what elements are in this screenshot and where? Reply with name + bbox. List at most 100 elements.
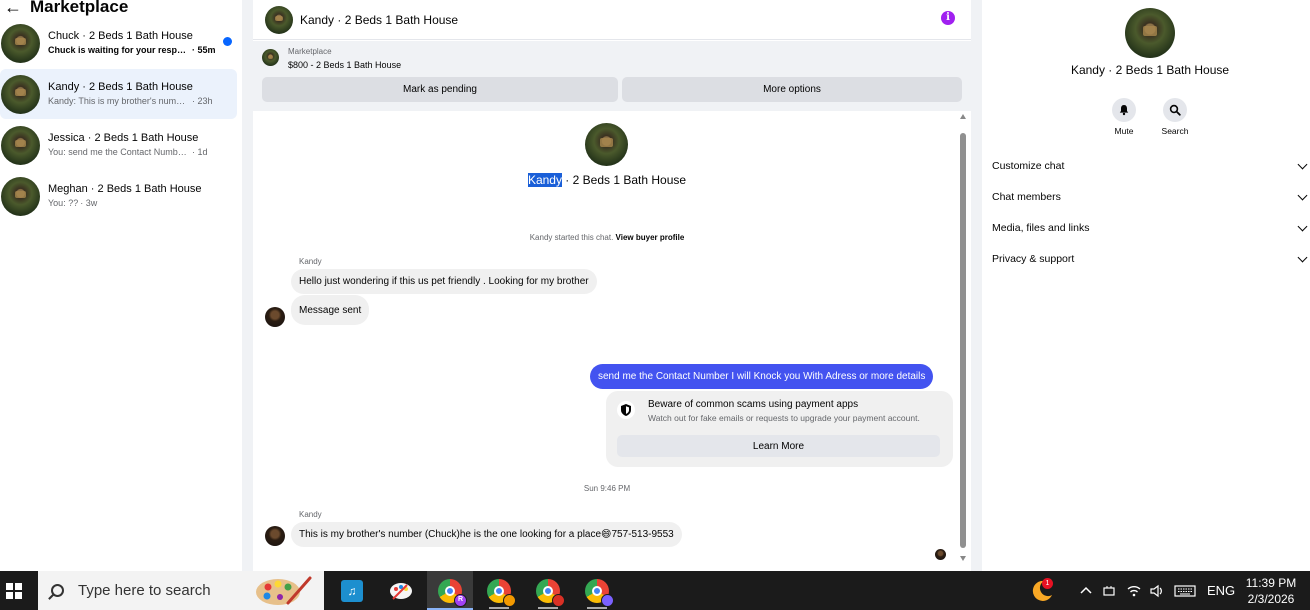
search-icon [51,584,64,597]
details-avatar[interactable] [1125,8,1175,58]
message-sender: Kandy [299,257,322,266]
listing-thumbnail[interactable] [262,49,279,66]
message-bubble-incoming[interactable]: Hello just wondering if this us pet frie… [291,269,597,294]
conversation-avatar [1,125,40,165]
profile-badge [503,593,516,607]
keyboard-icon [1174,584,1196,597]
message-bubble-incoming[interactable]: This is my brother's number (Chuck)he is… [291,522,682,547]
profile-badge [552,593,565,607]
conversation-time: · 55m [192,45,216,55]
conversation-time: · 3w [80,198,98,208]
info-icon[interactable]: i [941,11,955,25]
windows-start-icon[interactable] [6,583,22,599]
chevron-down-icon [1297,159,1308,169]
section-label: Media, files and links [992,222,1090,234]
taskbar-paint-app[interactable] [378,571,424,610]
message-scrollbar[interactable] [958,111,968,561]
conversation-item-chuck[interactable]: Chuck · 2 Beds 1 Bath House Chuck is wai… [0,18,237,68]
more-options-button[interactable]: More options [622,77,962,102]
mute-action[interactable]: Mute [1104,98,1144,136]
battery-tray[interactable] [1101,571,1117,610]
taskbar-clock[interactable]: 11:39 PM 2/3/2026 [1240,575,1302,607]
paint-palette-icon[interactable] [254,575,312,607]
notification-badge: 1 [1042,578,1053,589]
sidebar-title: Marketplace [30,0,129,16]
conversation-time: · 23h [192,96,213,106]
scroll-down-arrow-icon[interactable] [960,556,966,561]
scroll-up-arrow-icon[interactable] [960,114,966,119]
chrome-icon [585,578,614,607]
conversation-item-meghan[interactable]: Meghan · 2 Beds 1 Bath House You: ?? · 3w [0,171,237,221]
conversation-item-jessica[interactable]: Jessica · 2 Beds 1 Bath House You: send … [0,120,237,170]
conversation-preview: Kandy: This is my brother's number (... [48,96,190,106]
clock-time: 11:39 PM [1245,576,1297,590]
conversation-name: Chuck · 2 Beds 1 Bath House [48,30,193,42]
chat-header-avatar[interactable] [265,5,293,34]
chat-window: Kandy · 2 Beds 1 Bath House i Marketplac… [253,0,971,571]
shield-icon [617,401,635,419]
conversation-preview: You: ?? [48,198,79,208]
chat-title[interactable]: Kandy · 2 Beds 1 Bath House [300,13,458,27]
conversation-name: Kandy · 2 Beds 1 Bath House [48,81,193,93]
details-name: Kandy · 2 Beds 1 Bath House [1070,63,1230,77]
search-action[interactable]: Search [1155,98,1195,136]
unread-dot-icon [223,37,232,46]
section-label: Customize chat [992,160,1065,172]
listing-price-title[interactable]: $800 - 2 Beds 1 Bath House [288,60,401,70]
search-icon[interactable] [1163,98,1187,122]
chevron-down-icon [1297,221,1308,231]
taskbar-chrome-profile-1[interactable]: R [427,571,473,610]
scrollbar-thumb[interactable] [960,133,966,548]
wifi-icon [1127,585,1141,596]
chat-details-panel: Kandy · 2 Beds 1 Bath House Mute Search … [982,0,1310,571]
message-sender: Kandy [299,510,322,519]
taskbar-chrome-profile-3[interactable] [525,571,571,610]
mark-as-pending-button[interactable]: Mark as pending [262,77,618,102]
listing-banner: Marketplace $800 - 2 Beds 1 Bath House M… [253,41,971,111]
conversation-avatar [1,74,40,114]
sender-profile-picture[interactable] [265,526,285,546]
sender-profile-picture[interactable] [265,307,285,327]
keyboard-tray[interactable] [1174,571,1196,610]
read-receipt-avatar [935,549,946,560]
chevron-up-icon [1080,586,1092,594]
search-label: Search [1161,126,1189,136]
view-buyer-profile-link[interactable]: View buyer profile [616,233,685,242]
conversation-item-kandy[interactable]: Kandy · 2 Beds 1 Bath House Kandy: This … [0,69,237,119]
show-hidden-icons[interactable] [1078,571,1094,610]
chrome-icon: R [438,578,467,607]
conversation-sidebar: ← Marketplace Chuck · 2 Beds 1 Bath Hous… [0,0,242,571]
section-label: Chat members [992,191,1061,203]
conversation-time: · 1d [192,147,208,157]
intro-title-highlight: Kandy [527,173,562,187]
clock-date: 2/3/2026 [1247,592,1295,606]
scam-warning-subtitle: Watch out for fake emails or requests to… [648,413,920,423]
learn-more-button[interactable]: Learn More [617,435,940,457]
chat-started-text: Kandy started this chat. [529,233,616,242]
chat-members-section[interactable]: Chat members [992,187,1308,207]
taskbar-chrome-profile-4[interactable] [574,571,620,610]
media-files-links-section[interactable]: Media, files and links [992,218,1308,238]
taskbar-voice-app[interactable]: ♫ [329,571,375,610]
message-bubble-incoming[interactable]: Message sent [291,295,370,325]
message-bubble-outgoing[interactable]: send me the Contact Number I will Knock … [590,364,934,389]
mute-label: Mute [1114,126,1134,136]
microphone-icon: ♫ [341,579,363,602]
conversation-avatar [1,23,40,63]
customize-chat-section[interactable]: Customize chat [992,156,1308,176]
paint-brush-icon [390,582,412,600]
message-list: Kandy · 2 Beds 1 Bath House Kandy starte… [253,111,971,571]
listing-label: Marketplace [288,47,332,56]
profile-badge: R [454,593,467,607]
back-arrow-icon[interactable]: ← [4,0,22,16]
taskbar-chrome-profile-2[interactable] [476,571,522,610]
conversation-preview: Chuck is waiting for your respon... [48,45,190,55]
privacy-support-section[interactable]: Privacy & support [992,249,1308,269]
section-label: Privacy & support [992,253,1075,265]
language-indicator[interactable]: ENG [1207,571,1235,610]
wifi-tray[interactable] [1126,571,1142,610]
conversation-name: Jessica · 2 Beds 1 Bath House [48,132,199,144]
volume-tray[interactable] [1149,571,1165,610]
bell-icon[interactable] [1112,98,1136,122]
intro-avatar [585,123,628,166]
